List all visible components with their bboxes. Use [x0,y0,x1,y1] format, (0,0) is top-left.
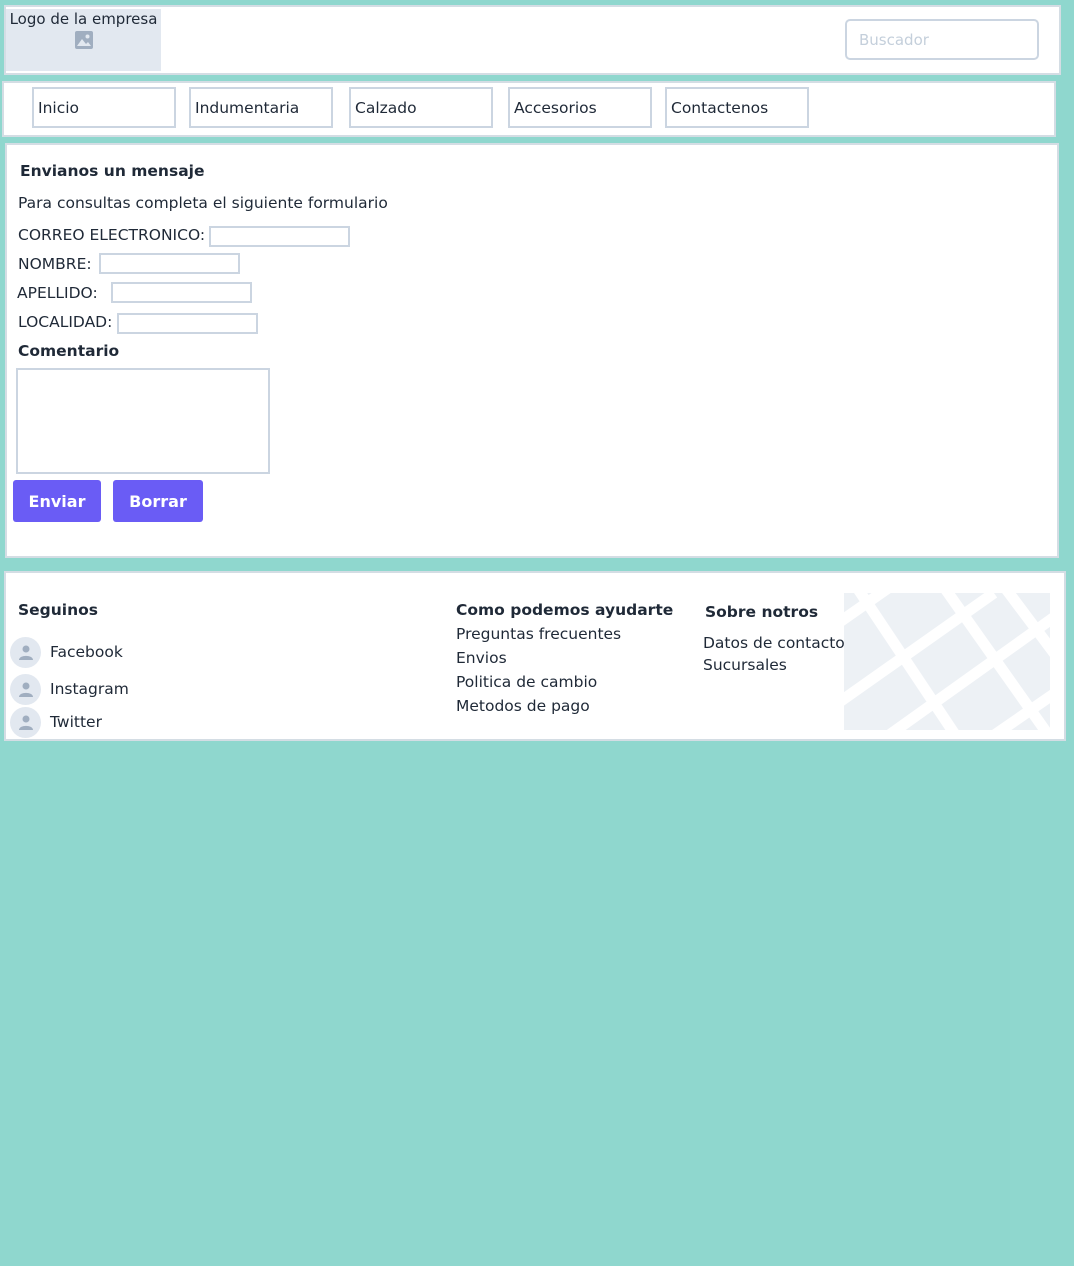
social-instagram[interactable]: Instagram [10,673,129,705]
help-link-envios[interactable]: Envios [456,649,507,667]
search-input[interactable] [845,19,1039,60]
main-nav: Inicio Indumentaria Calzado Accesorios C… [2,81,1056,137]
image-placeholder-icon [74,31,93,49]
social-label: Facebook [50,643,123,661]
header: Logo de la empresa [4,5,1061,75]
map-icon [844,593,1050,730]
user-icon [10,636,41,668]
nav-item-indumentaria[interactable]: Indumentaria [189,87,333,128]
email-field[interactable] [209,226,350,247]
locality-field[interactable] [117,313,258,334]
company-logo[interactable]: Logo de la empresa [6,9,161,71]
help-link-faq[interactable]: Preguntas frecuentes [456,625,621,643]
nav-item-contactenos[interactable]: Contactenos [665,87,809,128]
nav-item-accesorios[interactable]: Accesorios [508,87,652,128]
user-icon [10,673,41,705]
lastname-field[interactable] [111,282,252,303]
help-link-pago[interactable]: Metodos de pago [456,697,590,715]
send-button[interactable]: Enviar [13,480,101,522]
name-field[interactable] [99,253,240,274]
email-label: CORREO ELECTRONICO: [18,226,206,244]
social-label: Instagram [50,680,129,698]
about-link-sucursales[interactable]: Sucursales [703,656,787,674]
user-icon [10,706,41,738]
about-link-contacto[interactable]: Datos de contacto [703,634,845,652]
comment-label: Comentario [18,342,120,360]
social-twitter[interactable]: Twitter [10,706,102,738]
nav-item-calzado[interactable]: Calzado [349,87,493,128]
follow-heading: Seguinos [18,601,99,619]
about-heading: Sobre notros [705,603,819,621]
locality-label: LOCALIDAD: [18,313,113,331]
social-label: Twitter [50,713,102,731]
contact-form: Envianos un mensaje Para consultas compl… [5,143,1059,558]
form-title: Envianos un mensaje [20,162,205,180]
footer: Seguinos Facebook Instagram Twitter Como… [4,571,1066,741]
lastname-label: APELLIDO: [17,284,98,302]
help-link-cambio[interactable]: Politica de cambio [456,673,597,691]
form-subtitle: Para consultas completa el siguiente for… [18,194,388,212]
social-facebook[interactable]: Facebook [10,636,123,668]
name-label: NOMBRE: [18,255,92,273]
comment-textarea[interactable] [16,368,270,474]
logo-text: Logo de la empresa [9,10,158,28]
reset-button[interactable]: Borrar [113,480,203,522]
map-placeholder[interactable] [844,593,1050,730]
help-heading: Como podemos ayudarte [456,601,674,619]
nav-item-inicio[interactable]: Inicio [32,87,176,128]
